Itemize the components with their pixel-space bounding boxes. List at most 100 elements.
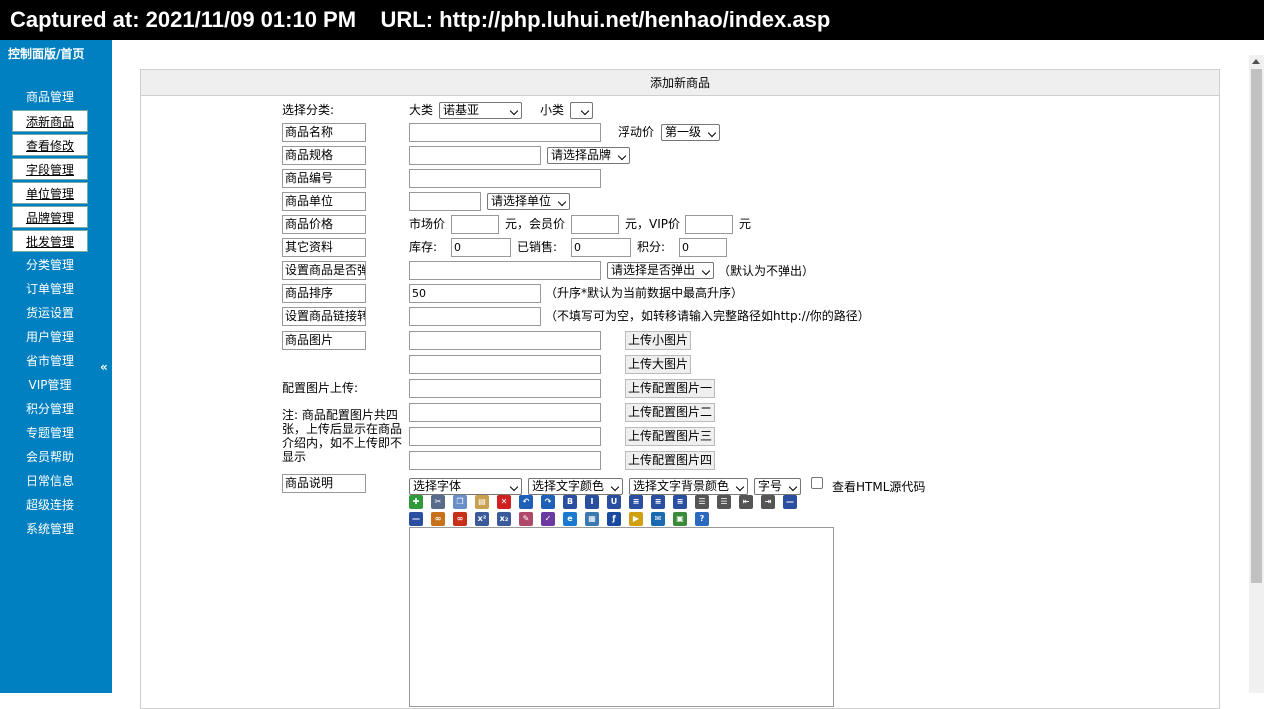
sidebar-item[interactable]: 订单管理 [12,278,88,300]
member-price-input[interactable] [571,215,619,234]
sidebar-item[interactable]: 批发管理 [12,230,88,252]
sidebar-item[interactable]: 品牌管理 [12,206,88,228]
market-price-input[interactable] [451,215,499,234]
scroll-up-icon[interactable] [1252,59,1260,64]
sold-input[interactable]: 0 [571,238,631,257]
upload-small-image-button[interactable]: 上传小图片 [625,331,692,350]
comment-icon[interactable]: ✉ [651,512,665,526]
config-image-input-2[interactable] [409,403,601,422]
unit-select[interactable]: 请选择单位 [487,193,570,210]
scrollbar-thumb[interactable] [1251,69,1262,583]
sidebar-item[interactable]: 商品管理 [12,86,88,108]
link-icon[interactable]: ∞ [431,512,445,526]
popup-hint: （默认为不弹出） [718,264,815,278]
upload-big-image-button[interactable]: 上传大图片 [625,355,692,374]
superscript-icon[interactable]: x² [475,512,489,526]
delete-icon[interactable]: ✕ [497,495,511,509]
page-scrollbar[interactable] [1249,55,1264,693]
text-bgcolor-select[interactable]: 选择文字背景颜色 [629,478,748,495]
horizontal-rule-icon[interactable]: — [783,495,797,509]
redo-icon[interactable]: ↷ [541,495,555,509]
sidebar-item[interactable]: VIP管理 [12,374,88,396]
vip-price-input[interactable] [685,215,733,234]
align-right-icon[interactable]: ≡ [673,495,687,509]
ordered-list-icon[interactable]: ☰ [695,495,709,509]
config-image-input-1[interactable] [409,379,601,398]
collapse-sidebar-icon[interactable]: « [100,360,108,374]
product-image-label: 商品图片 [282,331,366,350]
product-code-input[interactable] [409,169,601,188]
description-editor[interactable] [409,527,834,707]
copy-icon[interactable]: ❐ [453,495,467,509]
link-label: 设置商品链接转向 [282,307,366,326]
sidebar-item[interactable]: 日常信息 [12,470,88,492]
cut-icon[interactable]: ✂ [431,495,445,509]
product-spec-label: 商品规格 [282,146,366,165]
align-center-icon[interactable]: ≡ [651,495,665,509]
upload-config-image-2-button[interactable]: 上传配置图片二 [625,403,716,422]
sidebar-item[interactable]: 系统管理 [12,518,88,540]
sidebar-item[interactable]: 用户管理 [12,326,88,348]
product-unit-input[interactable] [409,192,481,211]
upload-config-image-3-button[interactable]: 上传配置图片三 [625,427,716,446]
view-html-checkbox[interactable] [811,477,823,489]
sidebar-title[interactable]: 控制面版/首页 [8,45,84,62]
sort-label: 商品排序 [282,284,366,303]
sidebar-item[interactable]: 会员帮助 [12,446,88,468]
config-image-input-3[interactable] [409,427,601,446]
sidebar-item[interactable]: 查看修改 [12,134,88,156]
media-icon[interactable]: ▶ [629,512,643,526]
sort-input[interactable]: 50 [409,284,541,303]
line-icon[interactable]: — [409,512,423,526]
sidebar-item[interactable]: 字段管理 [12,158,88,180]
unordered-list-icon[interactable]: ☰ [717,495,731,509]
major-category-select[interactable]: 诺基亚 [439,102,522,119]
sidebar-item[interactable]: 货运设置 [12,302,88,324]
stock-input[interactable]: 0 [451,238,511,257]
big-image-input[interactable] [409,355,601,374]
points-input[interactable]: 0 [679,238,727,257]
sidebar-item[interactable]: 单位管理 [12,182,88,204]
subscript-icon[interactable]: x₂ [497,512,511,526]
flash-icon[interactable]: ƒ [607,512,621,526]
outdent-icon[interactable]: ⇤ [739,495,753,509]
small-image-input[interactable] [409,331,601,350]
minor-category-select[interactable] [570,102,593,119]
ie-icon[interactable]: e [563,512,577,526]
paste-icon[interactable]: ▤ [475,495,489,509]
sidebar-item[interactable]: 积分管理 [12,398,88,420]
float-price-select[interactable]: 第一级 [661,124,720,141]
product-spec-input[interactable] [409,146,541,165]
sidebar-item[interactable]: 超级连接 [12,494,88,516]
text-color-select[interactable]: 选择文字颜色 [528,478,623,495]
sidebar-item[interactable]: 专题管理 [12,422,88,444]
new-doc-icon[interactable]: ✚ [409,495,423,509]
italic-icon[interactable]: I [585,495,599,509]
align-left-icon[interactable]: ≡ [629,495,643,509]
view-html-label: 查看HTML源代码 [832,480,926,494]
undo-icon[interactable]: ↶ [519,495,533,509]
sidebar-item[interactable]: 省市管理 [12,350,88,372]
font-size-select[interactable]: 字号 [754,478,801,495]
bold-icon[interactable]: B [563,495,577,509]
sidebar-item[interactable]: 添新商品 [12,110,88,132]
brand-select[interactable]: 请选择品牌 [547,147,630,164]
product-name-input[interactable] [409,123,601,142]
link-input[interactable] [409,307,541,326]
underline-icon[interactable]: U [607,495,621,509]
font-select[interactable]: 选择字体 [409,478,522,495]
upload-config-image-4-button[interactable]: 上传配置图片四 [625,451,716,470]
upload-config-image-1-button[interactable]: 上传配置图片一 [625,379,716,398]
sort-hint: （升序*默认为当前数据中最高升序） [545,286,744,300]
table-icon[interactable]: ▦ [585,512,599,526]
help-icon[interactable]: ? [695,512,709,526]
popup-select[interactable]: 请选择是否弹出 [607,262,714,279]
image-icon[interactable]: ▣ [673,512,687,526]
config-image-input-4[interactable] [409,451,601,470]
popup-input[interactable] [409,261,601,280]
eraser-icon[interactable]: ✎ [519,512,533,526]
sidebar-item[interactable]: 分类管理 [12,254,88,276]
indent-icon[interactable]: ⇥ [761,495,775,509]
unlink-icon[interactable]: ∞ [453,512,467,526]
spellcheck-icon[interactable]: ✓ [541,512,555,526]
